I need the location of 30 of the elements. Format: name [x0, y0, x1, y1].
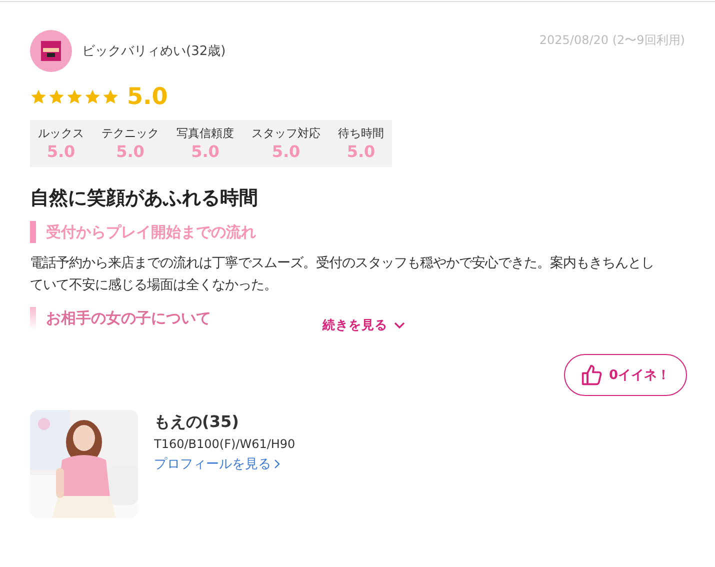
star-icon: [66, 89, 83, 105]
star-icon: [102, 89, 119, 105]
like-button[interactable]: 0イイネ！: [564, 354, 687, 396]
read-more-link[interactable]: 続きを見る: [322, 317, 404, 334]
reviewer-name: ビックバリィめい(32歳): [82, 43, 226, 60]
review-text: 電話予約から来店までの流れは丁寧でスムーズ。受付のスタッフも穏やかで安心できた。案内もきちんとしていて不安に感じる場面は全くなかった。: [30, 254, 655, 295]
star-icon: [30, 89, 47, 105]
rating-value: 5.0: [116, 142, 144, 161]
rating-value: 5.0: [272, 142, 300, 161]
thumbs-up-icon: [580, 364, 603, 386]
profile-name: もえの(35): [154, 412, 240, 433]
avatar-icon: [30, 30, 72, 72]
rating-label: ルックス: [38, 126, 84, 141]
rating-value: 5.0: [346, 142, 376, 161]
rating-value: 5.0: [46, 142, 76, 161]
rating-label: 待ち時間: [338, 126, 384, 141]
chevron-down-icon: [394, 322, 404, 329]
review-title: 自然に笑顔があふれる時間: [30, 186, 259, 211]
star-icon: [84, 89, 101, 105]
star-icon: [48, 89, 65, 105]
profile-measurements: T160/B100(F)/W61/H90: [154, 437, 296, 451]
rating-value: 5.0: [191, 142, 220, 161]
chevron-right-icon: [274, 459, 280, 469]
rating-label: スタッフ対応: [252, 126, 320, 141]
review-date: 2025/08/20 (2〜9回利用): [539, 32, 685, 49]
rating-label: テクニック: [102, 126, 159, 141]
profile-link[interactable]: プロフィールを見る: [154, 455, 296, 473]
rating-label: 写真信頼度: [176, 126, 234, 141]
section-heading: 受付からプレイ開始までの流れ: [30, 221, 685, 243]
overall-score: 5.0: [127, 84, 168, 110]
